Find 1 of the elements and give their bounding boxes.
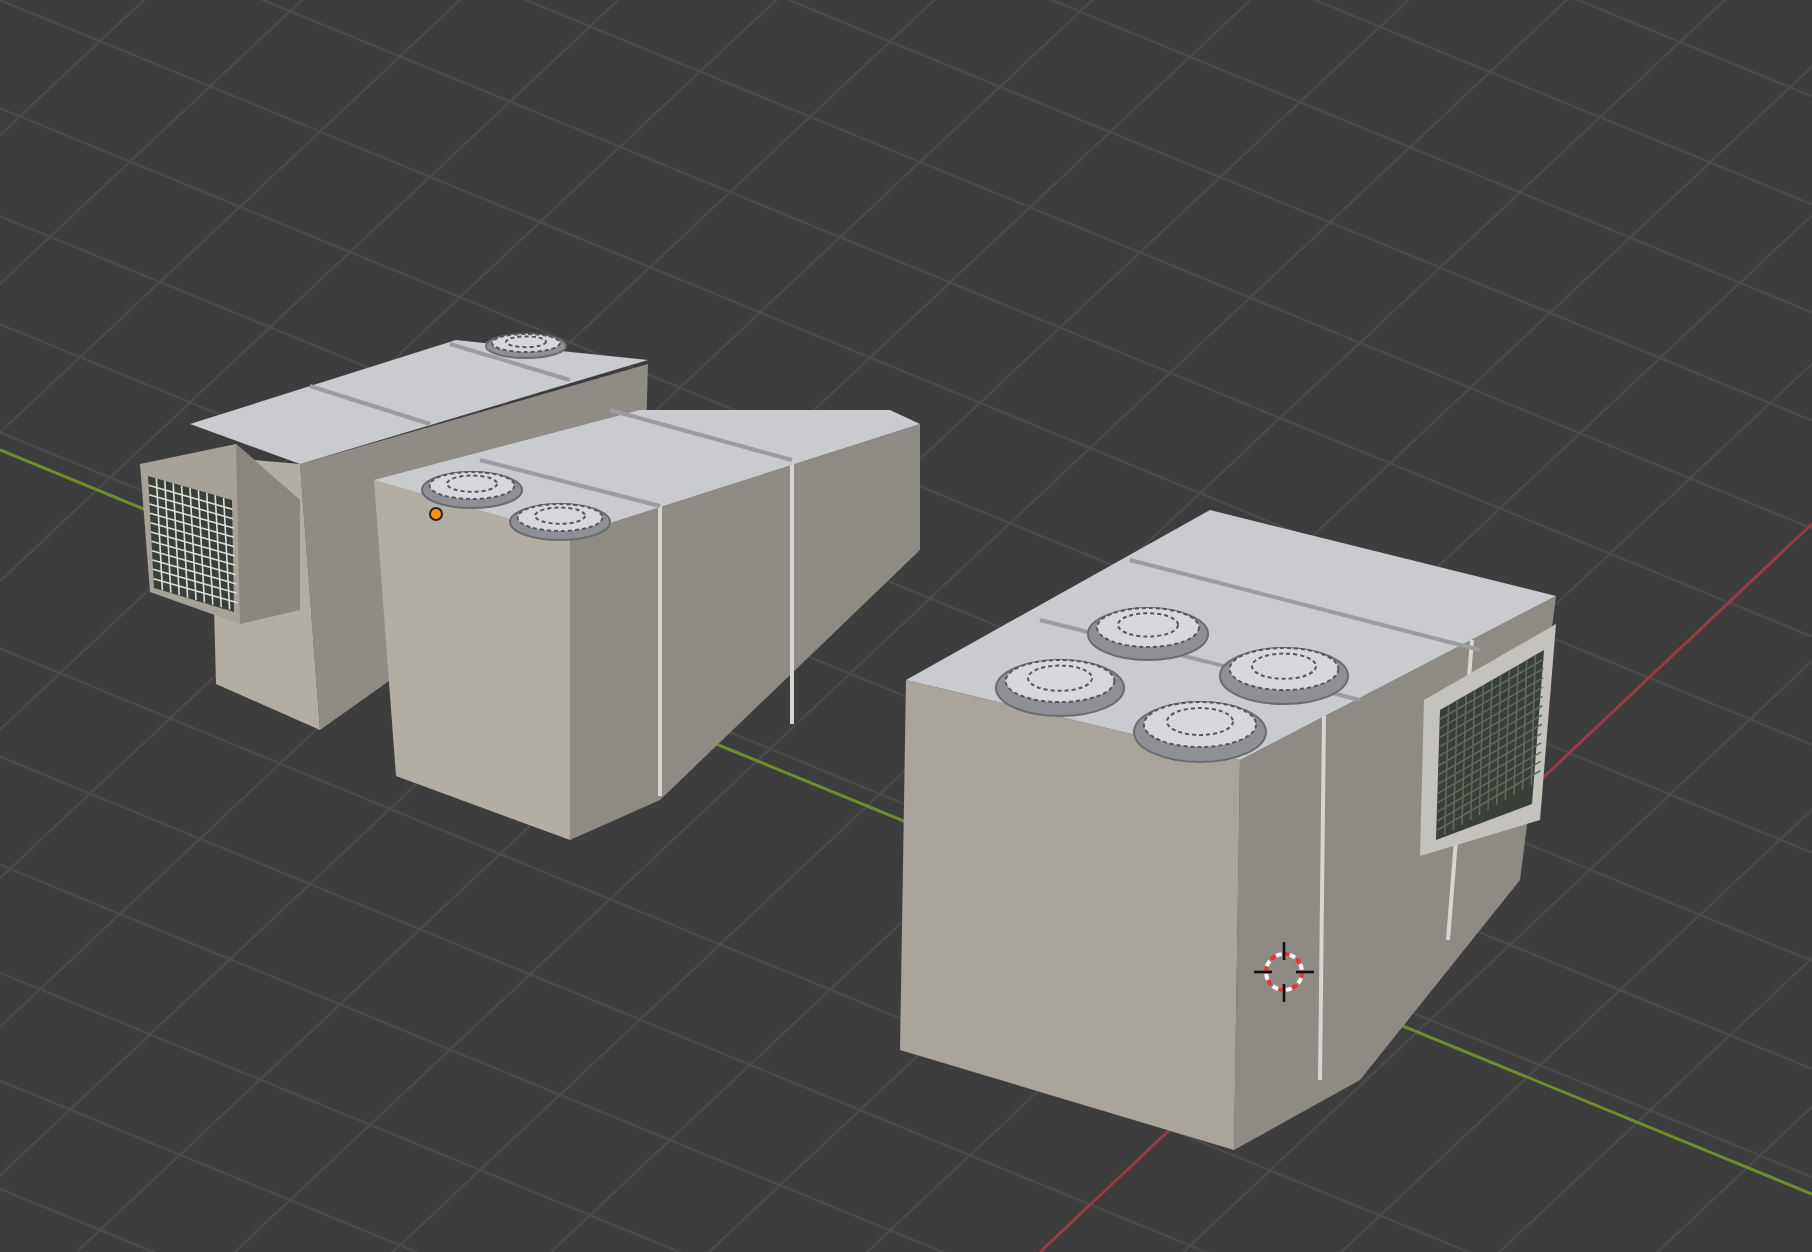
3d-cursor-icon[interactable] (1254, 942, 1314, 1002)
